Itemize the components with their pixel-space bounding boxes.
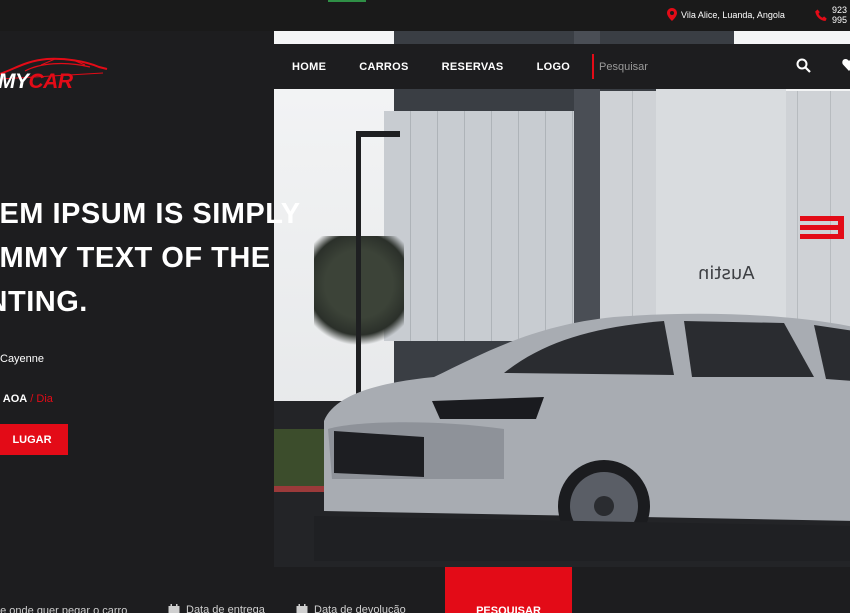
page: Vila Alice, Luanda, Angola 923 995 MYCAR… [0,0,850,613]
heart-icon[interactable] [842,57,850,73]
top-info-bar: Vila Alice, Luanda, Angola 923 995 [0,0,850,31]
hero-title-line-3: INTING. [0,286,88,318]
location-info: Vila Alice, Luanda, Angola [667,8,785,21]
rental-price: 0 AOA / Dia [0,393,53,405]
calendar-icon [168,604,180,613]
booking-bar [0,567,850,613]
return-date-label: Data de devolução [314,604,406,613]
nav-item-logo[interactable]: LOGO [537,61,571,73]
rent-button[interactable]: LUGAR [0,424,68,455]
price-value: 0 AOA [0,393,28,405]
location-text: Vila Alice, Luanda, Angola [681,9,785,20]
building-sign: Austin [698,263,755,284]
phone-line-2: 995 [832,15,848,25]
hero-title-line-2: UMMY TEXT OF THE [0,242,271,274]
search-icon[interactable] [796,58,811,73]
delivery-date-label: Data de entrega [186,604,265,613]
delivery-date-field[interactable]: Data de entrega [168,604,265,613]
map-pin-icon [667,8,677,21]
pickup-location-field[interactable]: de onde quer pegar o carro [0,605,127,613]
hero-title: REM IPSUM IS SIMPLY UMMY TEXT OF THE INT… [0,192,358,324]
red-stripes-mark [800,216,844,239]
search-box [592,54,779,79]
main-navigation: HOME CARROS RESERVAS LOGO [274,44,850,89]
phone-icon [815,9,827,21]
search-button[interactable]: PESQUISAR [445,567,572,613]
top-accent-line [328,0,366,2]
phone-info[interactable]: 923 995 [815,5,847,25]
hero-title-line-1: REM IPSUM IS SIMPLY [0,198,301,230]
car-photo [314,313,850,561]
pickup-location-text: de onde quer pegar o carro [0,605,128,613]
nav-item-reservas[interactable]: RESERVAS [442,61,504,73]
search-input[interactable] [599,60,779,73]
price-separator: / [27,393,37,405]
car-model-name: Cayenne [0,353,45,365]
rent-button-label: LUGAR [12,433,52,446]
logo-car: CAR [28,70,74,93]
search-button-label: PESQUISAR [476,605,541,613]
nav-item-carros[interactable]: CARROS [359,61,408,73]
nav-item-home[interactable]: HOME [292,61,326,73]
phone-line-1: 923 [832,5,848,15]
calendar-icon [296,604,308,613]
price-unit: Dia [36,393,53,405]
hero-image: Austin [274,31,850,567]
logo-my: MY [0,70,29,93]
return-date-field[interactable]: Data de devolução [296,604,406,613]
brand-logo[interactable]: MYCAR [0,70,73,94]
